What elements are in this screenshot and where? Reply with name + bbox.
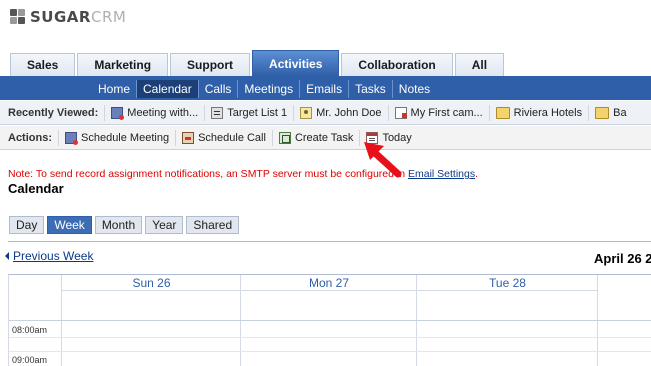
subtab-tasks[interactable]: Tasks [348, 80, 392, 98]
contact-icon [300, 106, 313, 119]
target-list-icon [211, 106, 224, 119]
view-week-button[interactable]: Week [47, 216, 92, 234]
subtab-home[interactable]: Home [92, 80, 136, 98]
actions-bar: Actions: Schedule Meeting Schedule Call … [0, 126, 651, 150]
tab-marketing[interactable]: Marketing [77, 53, 169, 76]
page-title: Calendar [8, 181, 64, 196]
previous-week-link[interactable]: Previous Week [5, 249, 93, 263]
view-month-button[interactable]: Month [94, 216, 143, 234]
actions-label: Actions: [8, 131, 52, 144]
tab-all[interactable]: All [454, 53, 505, 76]
recently-viewed-label: Recently Viewed: [8, 106, 99, 119]
create-task-icon [278, 131, 291, 144]
schedule-call-button[interactable]: Schedule Call [175, 129, 272, 146]
subtab-calls[interactable]: Calls [197, 80, 238, 98]
annotation-arrow-icon [364, 142, 402, 178]
recent-item-campaign[interactable]: My First cam... [387, 104, 489, 121]
recent-item-meeting[interactable]: Meeting with... [104, 104, 204, 121]
recent-item-account[interactable]: Riviera Hotels [488, 104, 588, 121]
day-header-tue[interactable]: Tue 28 [417, 275, 598, 291]
subtab-calendar[interactable]: Calendar [136, 80, 198, 98]
chevron-left-icon [5, 252, 9, 260]
recently-viewed-bar: Recently Viewed: Meeting with... Target … [0, 101, 651, 125]
sub-tabs: Home Calendar Calls Meetings Emails Task… [0, 78, 651, 100]
sugarcrm-logo-icon [10, 9, 26, 25]
hour-row-0800 [9, 321, 651, 338]
main-tabs: Sales Marketing Support Activities Colla… [0, 50, 651, 78]
day-header-mon[interactable]: Mon 27 [241, 275, 417, 291]
tab-sales[interactable]: Sales [10, 53, 76, 76]
schedule-meeting-button[interactable]: Schedule Meeting [58, 129, 175, 146]
tab-activities[interactable]: Activities [252, 50, 340, 76]
subtab-meetings[interactable]: Meetings [237, 80, 299, 98]
time-label-0900: 09:00am [12, 355, 48, 365]
schedule-meeting-icon [65, 131, 78, 145]
folder-icon [495, 106, 510, 119]
schedule-call-icon [182, 131, 195, 144]
meeting-icon [111, 106, 125, 120]
day-header-sun[interactable]: Sun 26 [62, 275, 241, 291]
logo-text: SUGARCRM [30, 8, 127, 26]
view-year-button[interactable]: Year [145, 216, 184, 234]
time-label-0800: 08:00am [12, 325, 48, 335]
recent-item-contact[interactable]: Mr. John Doe [293, 104, 387, 121]
campaign-document-icon [394, 106, 407, 119]
tab-support[interactable]: Support [170, 53, 251, 76]
folder-icon [595, 106, 610, 119]
calendar-view-switcher: Day Week Month Year Shared [9, 216, 242, 234]
hour-row-0830 [9, 338, 651, 352]
view-day-button[interactable]: Day [9, 216, 45, 234]
calendar-date-title: April 26 2 [594, 251, 651, 266]
all-day-row [9, 291, 651, 321]
recent-item-target-list[interactable]: Target List 1 [204, 104, 293, 121]
hour-row-0900 [9, 352, 651, 366]
tab-collaboration[interactable]: Collaboration [341, 53, 453, 76]
week-grid: Sun 26 Mon 27 Tue 28 08:00am 09:00am [8, 274, 651, 366]
subtab-emails[interactable]: Emails [299, 80, 348, 98]
email-settings-link[interactable]: Email Settings [408, 168, 475, 180]
create-task-button[interactable]: Create Task [271, 129, 360, 146]
recent-item-account-2[interactable]: Ba [588, 104, 632, 121]
subtab-notes[interactable]: Notes [391, 80, 436, 98]
sugarcrm-logo[interactable]: SUGARCRM [10, 8, 126, 26]
view-shared-button[interactable]: Shared [186, 216, 240, 234]
